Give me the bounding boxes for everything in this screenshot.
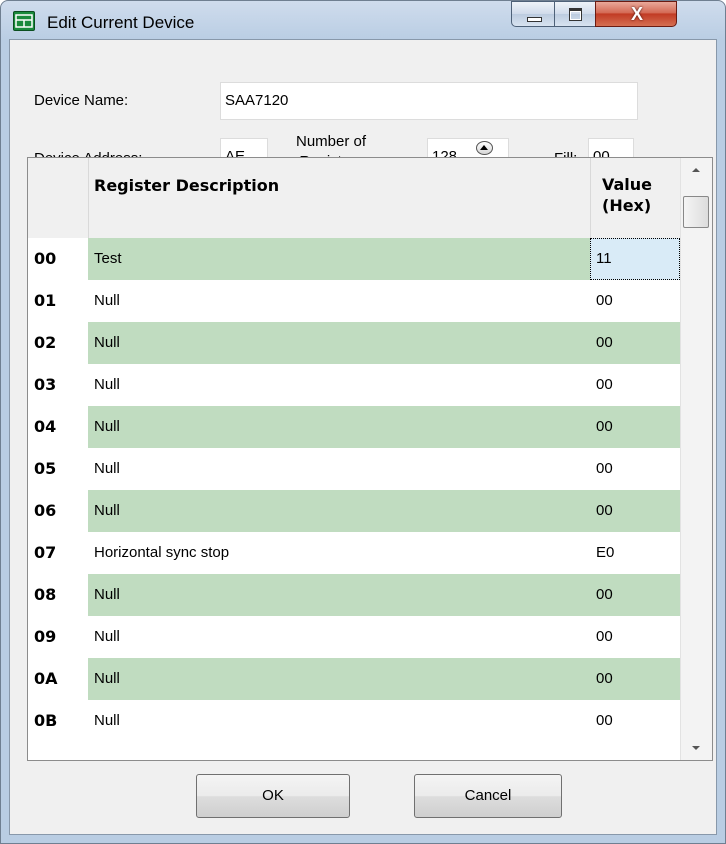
edit-device-dialog: Edit Current Device X Device Name: SAA71… bbox=[0, 0, 726, 844]
window-title: Edit Current Device bbox=[47, 13, 195, 32]
register-description[interactable]: Null bbox=[88, 616, 590, 658]
table-row[interactable]: 00 Test 11 bbox=[28, 238, 680, 280]
title-bar[interactable]: Edit Current Device X bbox=[1, 1, 725, 39]
scroll-down-icon[interactable] bbox=[681, 736, 712, 760]
table-row[interactable]: 09 Null 00 bbox=[28, 616, 680, 658]
maximize-button[interactable] bbox=[554, 1, 596, 27]
register-number: 0A bbox=[28, 658, 88, 700]
register-description[interactable]: Horizontal sync stop bbox=[88, 532, 590, 574]
header-divider bbox=[590, 158, 591, 238]
cancel-button[interactable]: Cancel bbox=[414, 774, 562, 818]
device-name-label: Device Name: bbox=[34, 92, 129, 109]
register-number: 0B bbox=[28, 700, 88, 742]
table-row[interactable]: 06 Null 00 bbox=[28, 490, 680, 532]
register-value[interactable]: 00 bbox=[590, 490, 680, 532]
minimize-button[interactable] bbox=[511, 1, 555, 27]
register-number: 05 bbox=[28, 448, 88, 490]
register-value[interactable]: 00 bbox=[590, 448, 680, 490]
register-value[interactable]: 00 bbox=[590, 616, 680, 658]
table-row[interactable]: 04 Null 00 bbox=[28, 406, 680, 448]
register-value[interactable]: 00 bbox=[590, 574, 680, 616]
register-description[interactable]: Null bbox=[88, 490, 590, 532]
vertical-scrollbar[interactable] bbox=[680, 158, 712, 760]
table-row[interactable]: 02 Null 00 bbox=[28, 322, 680, 364]
header-register-description[interactable]: Register Description bbox=[94, 176, 279, 195]
close-button[interactable]: X bbox=[595, 1, 677, 27]
close-icon: X bbox=[630, 4, 643, 24]
maximize-icon bbox=[569, 8, 582, 21]
register-number: 03 bbox=[28, 364, 88, 406]
device-chip-icon bbox=[13, 11, 35, 31]
register-number: 07 bbox=[28, 532, 88, 574]
table-row[interactable]: 05 Null 00 bbox=[28, 448, 680, 490]
register-description[interactable]: Null bbox=[88, 322, 590, 364]
register-grid[interactable]: Register Description Value (Hex) 00 Test… bbox=[27, 157, 713, 761]
register-description[interactable]: Null bbox=[88, 574, 590, 616]
register-value[interactable]: 11 bbox=[590, 238, 680, 280]
register-value[interactable]: 00 bbox=[590, 406, 680, 448]
register-description[interactable]: Null bbox=[88, 700, 590, 742]
grid-rows: 00 Test 11 01 Null 00 02 Null 00 03 Null bbox=[28, 238, 680, 742]
register-value[interactable]: 00 bbox=[590, 364, 680, 406]
register-value[interactable]: 00 bbox=[590, 280, 680, 322]
table-row[interactable]: 08 Null 00 bbox=[28, 574, 680, 616]
header-value-hex[interactable]: Value (Hex) bbox=[602, 174, 652, 216]
table-row[interactable]: 07 Horizontal sync stop E0 bbox=[28, 532, 680, 574]
register-number: 08 bbox=[28, 574, 88, 616]
scroll-up-icon[interactable] bbox=[681, 158, 712, 182]
register-number: 02 bbox=[28, 322, 88, 364]
register-description[interactable]: Null bbox=[88, 364, 590, 406]
spin-up-icon[interactable] bbox=[476, 141, 493, 155]
ok-button[interactable]: OK bbox=[196, 774, 350, 818]
scroll-thumb[interactable] bbox=[683, 196, 709, 228]
register-number: 01 bbox=[28, 280, 88, 322]
register-description[interactable]: Null bbox=[88, 280, 590, 322]
table-row[interactable]: 0B Null 00 bbox=[28, 700, 680, 742]
register-description[interactable]: Null bbox=[88, 448, 590, 490]
table-row[interactable]: 03 Null 00 bbox=[28, 364, 680, 406]
register-number: 04 bbox=[28, 406, 88, 448]
register-description[interactable]: Null bbox=[88, 406, 590, 448]
dialog-client-area: Device Name: SAA7120 Device Address: AE … bbox=[9, 39, 717, 835]
register-number: 00 bbox=[28, 238, 88, 280]
grid-header: Register Description Value (Hex) bbox=[28, 158, 680, 238]
register-description[interactable]: Null bbox=[88, 658, 590, 700]
register-number: 06 bbox=[28, 490, 88, 532]
register-description[interactable]: Test bbox=[88, 238, 590, 280]
table-row[interactable]: 0A Null 00 bbox=[28, 658, 680, 700]
device-name-field[interactable]: SAA7120 bbox=[220, 82, 638, 120]
register-value[interactable]: 00 bbox=[590, 700, 680, 742]
header-divider bbox=[88, 158, 89, 238]
table-row[interactable]: 01 Null 00 bbox=[28, 280, 680, 322]
register-value[interactable]: 00 bbox=[590, 658, 680, 700]
minimize-icon bbox=[527, 17, 542, 22]
register-value[interactable]: E0 bbox=[590, 532, 680, 574]
register-value[interactable]: 00 bbox=[590, 322, 680, 364]
register-number: 09 bbox=[28, 616, 88, 658]
